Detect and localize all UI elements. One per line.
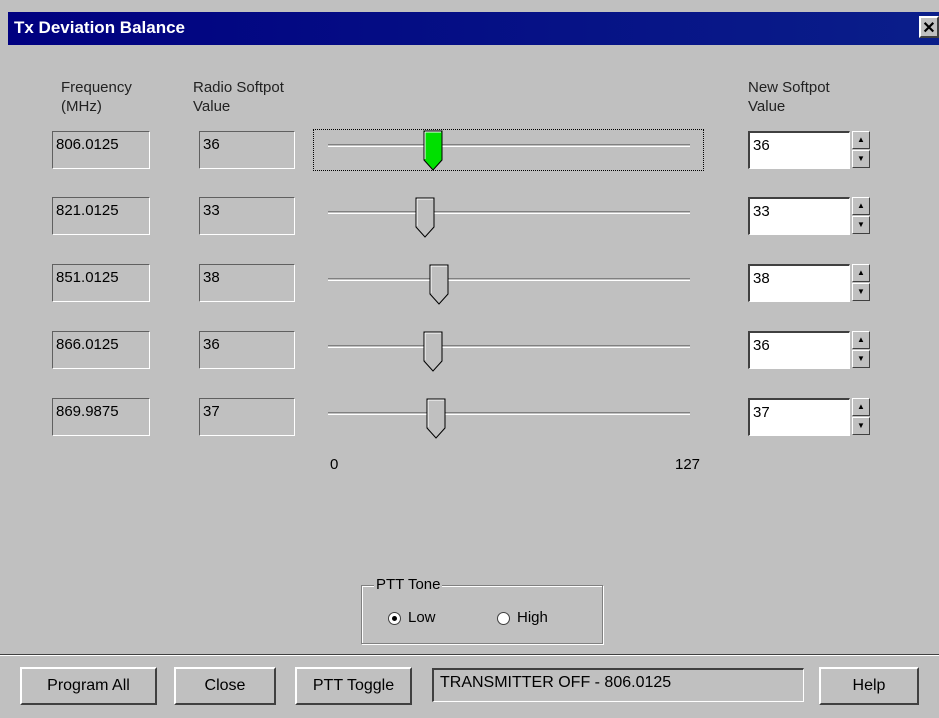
footer-separator-highlight [0,655,939,656]
ptt-tone-legend: PTT Tone [374,576,443,593]
radio-value-field: 37 [199,398,295,436]
new-value-input[interactable]: 33 [748,197,850,235]
frequency-field: 851.0125 [52,264,150,302]
new-value-input[interactable]: 37 [748,398,850,436]
spin-down-icon[interactable]: ▼ [852,350,870,368]
window-title: Tx Deviation Balance [14,18,186,37]
value-spinner[interactable]: ▲ ▼ [852,131,870,169]
frequency-header-line2: (MHz) [61,98,102,115]
spin-down-icon[interactable]: ▼ [852,216,870,234]
ptt-low-radio[interactable] [388,612,401,625]
slider-thumb[interactable] [414,197,436,239]
radio-value-field: 36 [199,131,295,169]
program-all-button[interactable]: Program All [20,667,157,705]
slider-track[interactable] [328,412,690,415]
ptt-high-radio[interactable] [497,612,510,625]
slider-thumb[interactable] [428,264,450,306]
ptt-low-label[interactable]: Low [408,609,436,626]
slider-track[interactable] [328,278,690,281]
slider-focus-rect [313,129,704,171]
spin-down-icon[interactable]: ▼ [852,417,870,435]
spin-up-icon[interactable]: ▲ [852,331,870,349]
slider-thumb[interactable] [425,398,447,440]
frequency-field: 806.0125 [52,131,150,169]
slider-track[interactable] [328,345,690,348]
frequency-field: 866.0125 [52,331,150,369]
radio-value-field: 38 [199,264,295,302]
new-value-input[interactable]: 38 [748,264,850,302]
frequency-header-line1: Frequency [61,79,132,96]
radio-value-field: 36 [199,331,295,369]
value-spinner[interactable]: ▲ ▼ [852,398,870,436]
radio-value-field: 33 [199,197,295,235]
slider-track[interactable] [328,211,690,214]
slider-track[interactable] [328,144,690,147]
new-softpot-header: New Softpot Value [748,78,830,116]
frequency-field: 869.9875 [52,398,150,436]
spin-up-icon[interactable]: ▲ [852,131,870,149]
status-display: TRANSMITTER OFF - 806.0125 [432,668,804,702]
slider-max-label: 127 [675,456,701,473]
title-bar[interactable]: Tx Deviation Balance ✕ [8,12,939,45]
new-value-input[interactable]: 36 [748,131,850,169]
new-softpot-header-line2: Value [748,98,786,115]
close-button[interactable]: Close [174,667,276,705]
new-softpot-header-line1: New Softpot [748,79,830,96]
radio-softpot-header-line1: Radio Softpot [193,79,284,96]
slider-thumb[interactable] [422,130,444,172]
new-value-input[interactable]: 36 [748,331,850,369]
dialog-window: Tx Deviation Balance ✕ Frequency (MHz) R… [0,0,939,718]
frequency-header: Frequency (MHz) [61,78,132,116]
spin-down-icon[interactable]: ▼ [852,150,870,168]
close-window-button[interactable]: ✕ [919,16,939,38]
radio-softpot-header-line2: Value [193,98,231,115]
spin-down-icon[interactable]: ▼ [852,283,870,301]
slider-thumb[interactable] [422,331,444,373]
help-button[interactable]: Help [819,667,919,705]
ptt-high-label[interactable]: High [517,609,548,626]
slider-min-label: 0 [330,456,339,473]
value-spinner[interactable]: ▲ ▼ [852,197,870,235]
close-icon: ✕ [922,20,936,37]
value-spinner[interactable]: ▲ ▼ [852,331,870,369]
spin-up-icon[interactable]: ▲ [852,398,870,416]
spin-up-icon[interactable]: ▲ [852,197,870,215]
spin-up-icon[interactable]: ▲ [852,264,870,282]
radio-softpot-header: Radio Softpot Value [193,78,284,116]
frequency-field: 821.0125 [52,197,150,235]
value-spinner[interactable]: ▲ ▼ [852,264,870,302]
ptt-toggle-button[interactable]: PTT Toggle [295,667,412,705]
ptt-tone-group: PTT Tone Low High [361,576,603,644]
